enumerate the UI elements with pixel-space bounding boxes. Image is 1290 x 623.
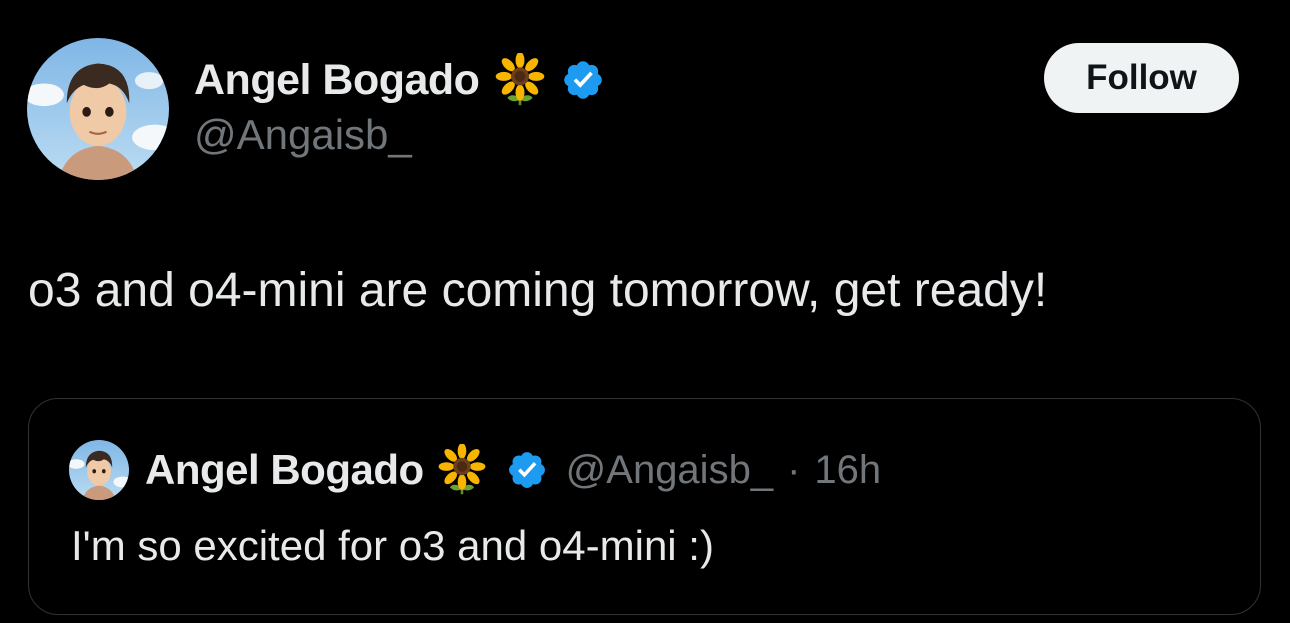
quoted-tweet-card[interactable]: Angel Bogado @Angaisb_ · 16h I'm so exci… (28, 398, 1261, 615)
sunflower-emoji-icon (436, 443, 488, 496)
author-handle[interactable]: @Angaisb_ (194, 114, 412, 156)
avatar-image (27, 38, 169, 180)
quoted-author-name[interactable]: Angel Bogado (145, 449, 424, 491)
quoted-tweet-text: I'm so excited for o3 and o4-mini :) (71, 522, 714, 569)
sunflower-emoji-icon (493, 52, 547, 107)
author-name[interactable]: Angel Bogado (194, 58, 480, 102)
verified-badge-icon[interactable] (561, 58, 605, 102)
quoted-author-handle[interactable]: @Angaisb_ (566, 450, 773, 490)
quoted-tweet-header: Angel Bogado @Angaisb_ · 16h (69, 439, 881, 501)
follow-button[interactable]: Follow (1044, 43, 1239, 113)
author-name-row: Angel Bogado (194, 50, 605, 110)
tweet-text: o3 and o4-mini are coming tomorrow, get … (28, 264, 1048, 317)
author-avatar[interactable] (27, 38, 169, 180)
meta-separator: · (787, 448, 801, 492)
quoted-author-avatar[interactable] (69, 440, 129, 500)
verified-badge-icon[interactable] (506, 449, 548, 491)
quoted-tweet-timestamp[interactable]: 16h (814, 450, 881, 490)
